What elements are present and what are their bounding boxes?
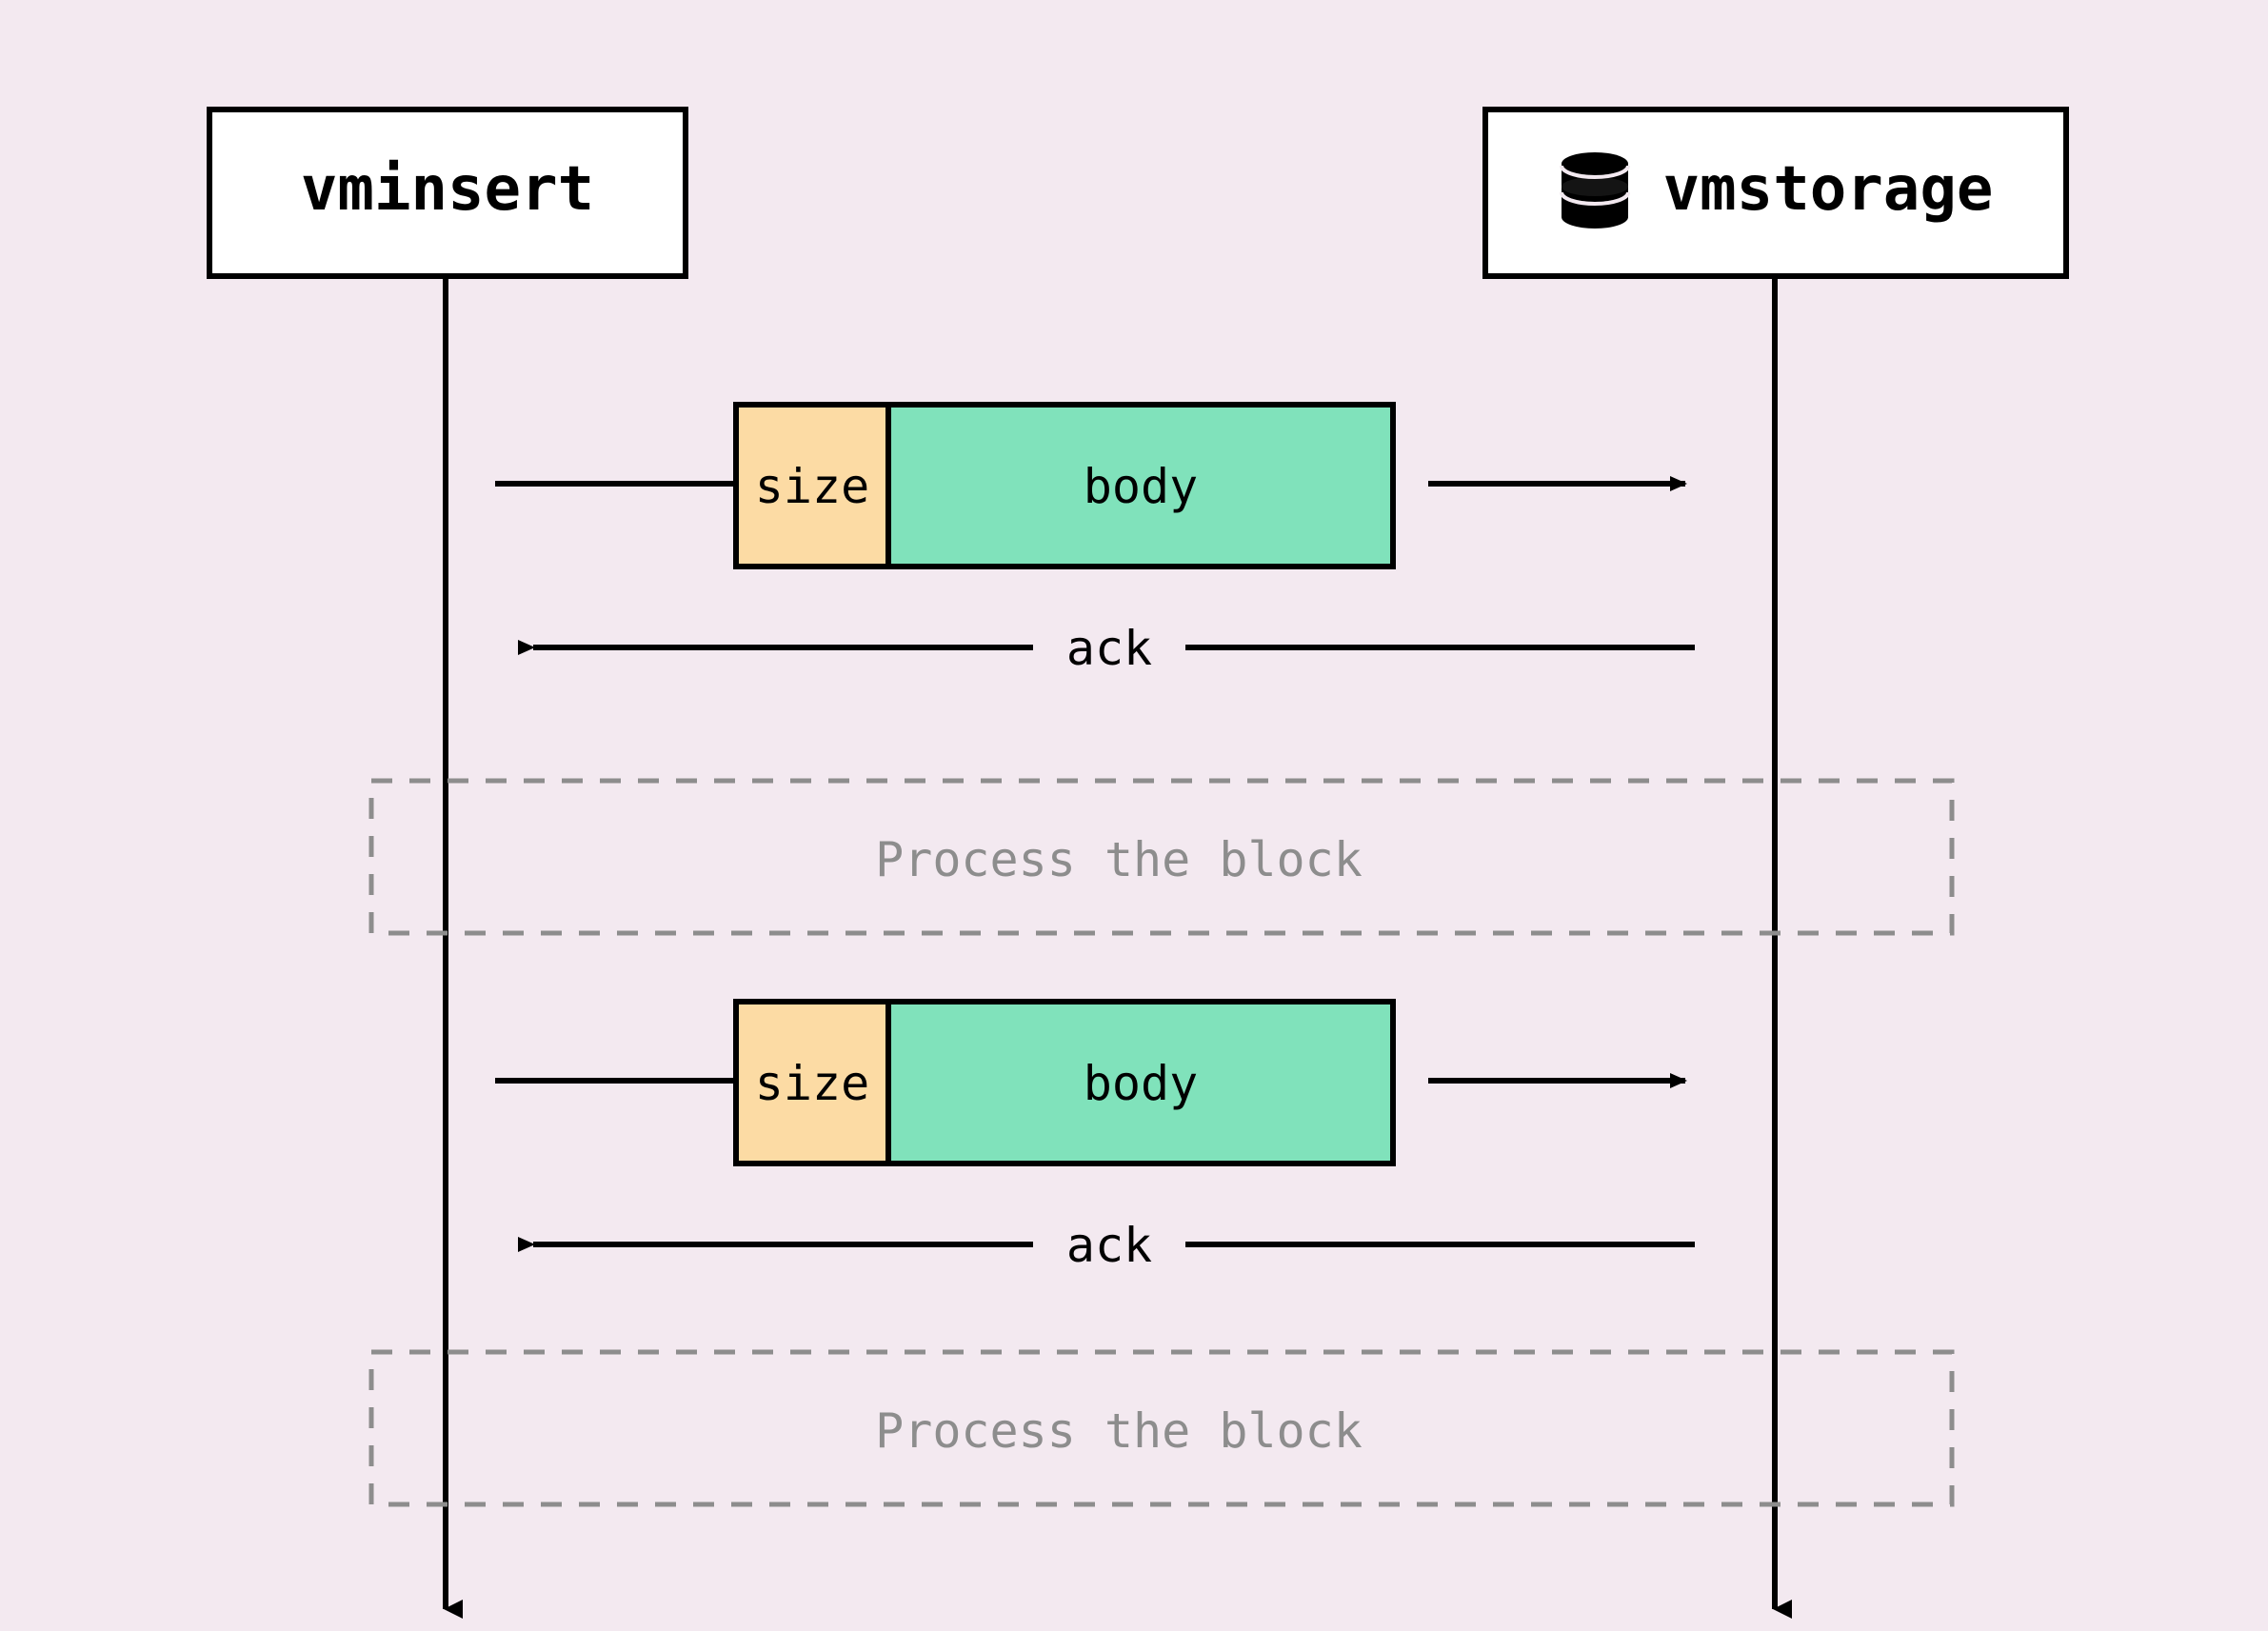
packet-size-label-2: size: [755, 1056, 869, 1111]
participant-vmstorage-label: vmstorage: [1663, 154, 1994, 225]
participant-vminsert-label: vminsert: [301, 154, 594, 225]
packet-body-label-1: body: [1084, 459, 1198, 514]
ack-label-1: ack: [1066, 621, 1152, 676]
process-label-2: Process the block: [875, 1403, 1363, 1459]
sequence-diagram: vminsert vmstorage size body ack: [0, 0, 2268, 1631]
packet-size-label-1: size: [755, 459, 869, 514]
packet-body-label-2: body: [1084, 1056, 1198, 1111]
database-icon: [1562, 152, 1628, 229]
participant-vminsert: vminsert: [209, 109, 686, 276]
process-label-1: Process the block: [875, 832, 1363, 887]
ack-label-2: ack: [1066, 1218, 1152, 1273]
participant-vmstorage: vmstorage: [1485, 109, 2066, 276]
